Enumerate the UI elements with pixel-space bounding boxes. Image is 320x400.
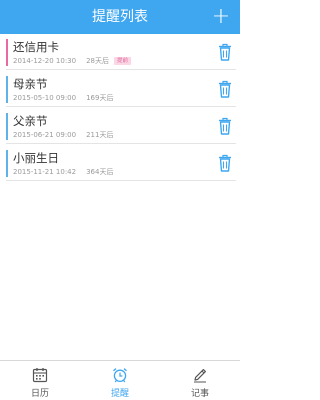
reminder-color-bar [6,150,8,177]
reminder-meta: 2015-05-10 09:00 169天后 [13,93,113,103]
reminder-meta: 2014-12-20 10:30 28天后 提前 [13,56,132,66]
reminder-name: 还信用卡 [13,40,59,54]
trash-icon[interactable] [218,154,232,172]
reminder-date: 2015-06-21 09:00 [13,131,77,139]
trash-icon[interactable] [218,80,232,98]
tab-label: 提醒 [110,389,129,399]
page-title: 提醒列表 [92,9,148,25]
reminder-color-bar [6,113,8,140]
reminder-days-left: 364天后 [86,168,114,176]
reminder-list: 还信用卡 2014-12-20 10:30 28天后 提前 母亲节 2015-05-… [6,36,236,184]
pencil-icon [194,369,206,383]
advance-badge: 提前 [114,57,132,65]
reminder-item[interactable]: 小丽生日 2015-11-21 10:42 364天后 [6,147,236,181]
reminder-date: 2014-12-20 10:30 [13,57,77,65]
tab-label: 记事 [190,389,209,399]
reminder-name: 小丽生日 [13,151,59,165]
calendar-icon [32,368,48,383]
reminder-meta: 2015-11-21 10:42 364天后 [13,167,113,177]
bottom-tab-bar: 日历 提醒 记事 [0,360,240,400]
trash-icon[interactable] [218,43,232,61]
reminder-days-left: 211天后 [86,131,114,139]
tab-calendar[interactable]: 日历 [0,361,80,400]
header-bar: 提醒列表 + [0,0,240,34]
trash-icon[interactable] [218,117,232,135]
alarm-clock-icon [113,368,127,383]
app-root: 提醒列表 + 还信用卡 2014-12-20 10:30 28天后 提前 母亲节 2… [0,0,240,400]
tab-reminders[interactable]: 提醒 [80,361,160,400]
reminder-date: 2015-05-10 09:00 [13,94,77,102]
add-reminder-button[interactable]: + [211,6,231,28]
reminder-name: 母亲节 [13,77,48,91]
reminder-item[interactable]: 父亲节 2015-06-21 09:00 211天后 [6,110,236,144]
reminder-meta: 2015-06-21 09:00 211天后 [13,130,113,140]
reminder-days-left: 28天后 [86,57,110,65]
reminder-item[interactable]: 母亲节 2015-05-10 09:00 169天后 [6,73,236,107]
reminder-color-bar [6,76,8,103]
tab-label: 日历 [30,389,49,399]
reminder-days-left: 169天后 [86,94,114,102]
reminder-name: 父亲节 [13,114,48,128]
reminder-date: 2015-11-21 10:42 [13,168,77,176]
reminder-item[interactable]: 还信用卡 2014-12-20 10:30 28天后 提前 [6,36,236,70]
reminder-color-bar [6,39,8,66]
tab-notes[interactable]: 记事 [160,361,240,400]
